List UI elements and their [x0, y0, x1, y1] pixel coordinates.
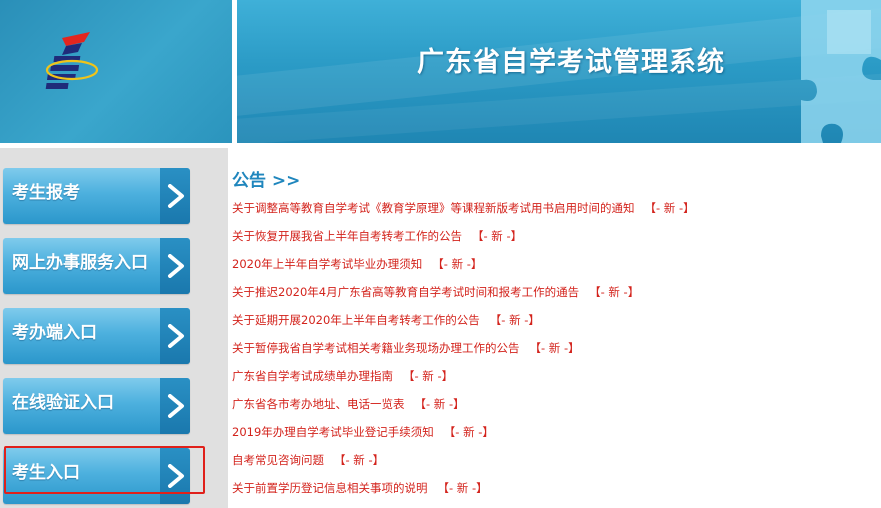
- notice-text: 广东省各市考办地址、电话一览表: [232, 397, 405, 411]
- notice-link[interactable]: 关于调整高等教育自学考试《教育学原理》等课程新版考试用书启用时间的通知 【- 新 …: [232, 200, 695, 216]
- new-badge: 【- 新 -】: [489, 313, 540, 327]
- chevron-right-icon: [160, 308, 190, 364]
- new-badge: 【- 新 -】: [432, 257, 483, 271]
- sidebar-item-online-service[interactable]: 网上办事服务入口: [3, 238, 190, 294]
- notice-link[interactable]: 关于暂停我省自学考试相关考籍业务现场办理工作的公告 【- 新 -】: [232, 340, 580, 356]
- new-badge: 【- 新 -】: [403, 369, 454, 383]
- notice-link[interactable]: 自考常见咨询问题 【- 新 -】: [232, 452, 384, 468]
- sidebar-item-online-verification[interactable]: 在线验证入口: [3, 378, 190, 434]
- logo-icon: [45, 32, 99, 89]
- sidebar-item-label: 考生入口: [12, 463, 80, 483]
- puzzle-decoration-icon: [801, 0, 881, 143]
- new-badge: 【- 新 -】: [589, 285, 640, 299]
- sidebar-item-office-portal[interactable]: 考办端入口: [3, 308, 190, 364]
- notice-link[interactable]: 关于延期开展2020年上半年自考转考工作的公告 【- 新 -】: [232, 312, 540, 328]
- page-title: 广东省自学考试管理系统: [417, 47, 725, 78]
- chevron-right-icon: [160, 238, 190, 294]
- new-badge: 【- 新 -】: [472, 229, 523, 243]
- notice-text: 关于恢复开展我省上半年自考转考工作的公告: [232, 229, 462, 243]
- new-badge: 【- 新 -】: [443, 425, 494, 439]
- logo-panel: [0, 0, 232, 143]
- notice-link[interactable]: 关于恢复开展我省上半年自考转考工作的公告 【- 新 -】: [232, 228, 522, 244]
- notice-list: 公告 >> 关于调整高等教育自学考试《教育学原理》等课程新版考试用书启用时间的通…: [232, 166, 872, 495]
- sidebar-item-student-login[interactable]: 考生入口: [3, 448, 190, 504]
- header: 广东省自学考试管理系统: [0, 0, 881, 143]
- sidebar-item-label: 考办端入口: [12, 323, 97, 343]
- sidebar-item-label: 网上办事服务入口: [12, 253, 148, 273]
- notice-link[interactable]: 2020年上半年自学考试毕业办理须知 【- 新 -】: [232, 256, 482, 272]
- notice-text: 关于暂停我省自学考试相关考籍业务现场办理工作的公告: [232, 341, 520, 355]
- new-badge: 【- 新 -】: [437, 481, 488, 495]
- sidebar-item-label: 考生报考: [12, 183, 80, 203]
- new-badge: 【- 新 -】: [529, 341, 580, 355]
- notice-link[interactable]: 关于推迟2020年4月广东省高等教育自学考试时间和报考工作的通告 【- 新 -】: [232, 284, 639, 300]
- notice-text: 广东省自学考试成绩单办理指南: [232, 369, 393, 383]
- banner: 广东省自学考试管理系统: [237, 0, 881, 143]
- notice-link[interactable]: 广东省各市考办地址、电话一览表 【- 新 -】: [232, 396, 465, 412]
- notice-text: 2020年上半年自学考试毕业办理须知: [232, 257, 423, 271]
- chevron-right-icon: [160, 168, 190, 224]
- chevron-right-icon: [160, 378, 190, 434]
- notice-text: 自考常见咨询问题: [232, 453, 324, 467]
- notice-text: 关于前置学历登记信息相关事项的说明: [232, 481, 428, 495]
- notice-text: 2019年办理自学考试毕业登记手续须知: [232, 425, 434, 439]
- new-badge: 【- 新 -】: [644, 201, 695, 215]
- chevron-right-icon: [160, 448, 190, 504]
- new-badge: 【- 新 -】: [414, 397, 465, 411]
- notice-text: 关于延期开展2020年上半年自考转考工作的公告: [232, 313, 480, 327]
- notice-link[interactable]: 关于前置学历登记信息相关事项的说明 【- 新 -】: [232, 480, 488, 496]
- notice-link[interactable]: 2019年办理自学考试毕业登记手续须知 【- 新 -】: [232, 424, 494, 440]
- notices-title[interactable]: 公告 >>: [232, 166, 872, 191]
- notice-text: 关于调整高等教育自学考试《教育学原理》等课程新版考试用书启用时间的通知: [232, 201, 635, 215]
- new-badge: 【- 新 -】: [334, 453, 385, 467]
- notice-text: 关于推迟2020年4月广东省高等教育自学考试时间和报考工作的通告: [232, 285, 580, 299]
- sidebar-item-student-registration[interactable]: 考生报考: [3, 168, 190, 224]
- sidebar-item-label: 在线验证入口: [12, 393, 114, 413]
- notice-link[interactable]: 广东省自学考试成绩单办理指南 【- 新 -】: [232, 368, 453, 384]
